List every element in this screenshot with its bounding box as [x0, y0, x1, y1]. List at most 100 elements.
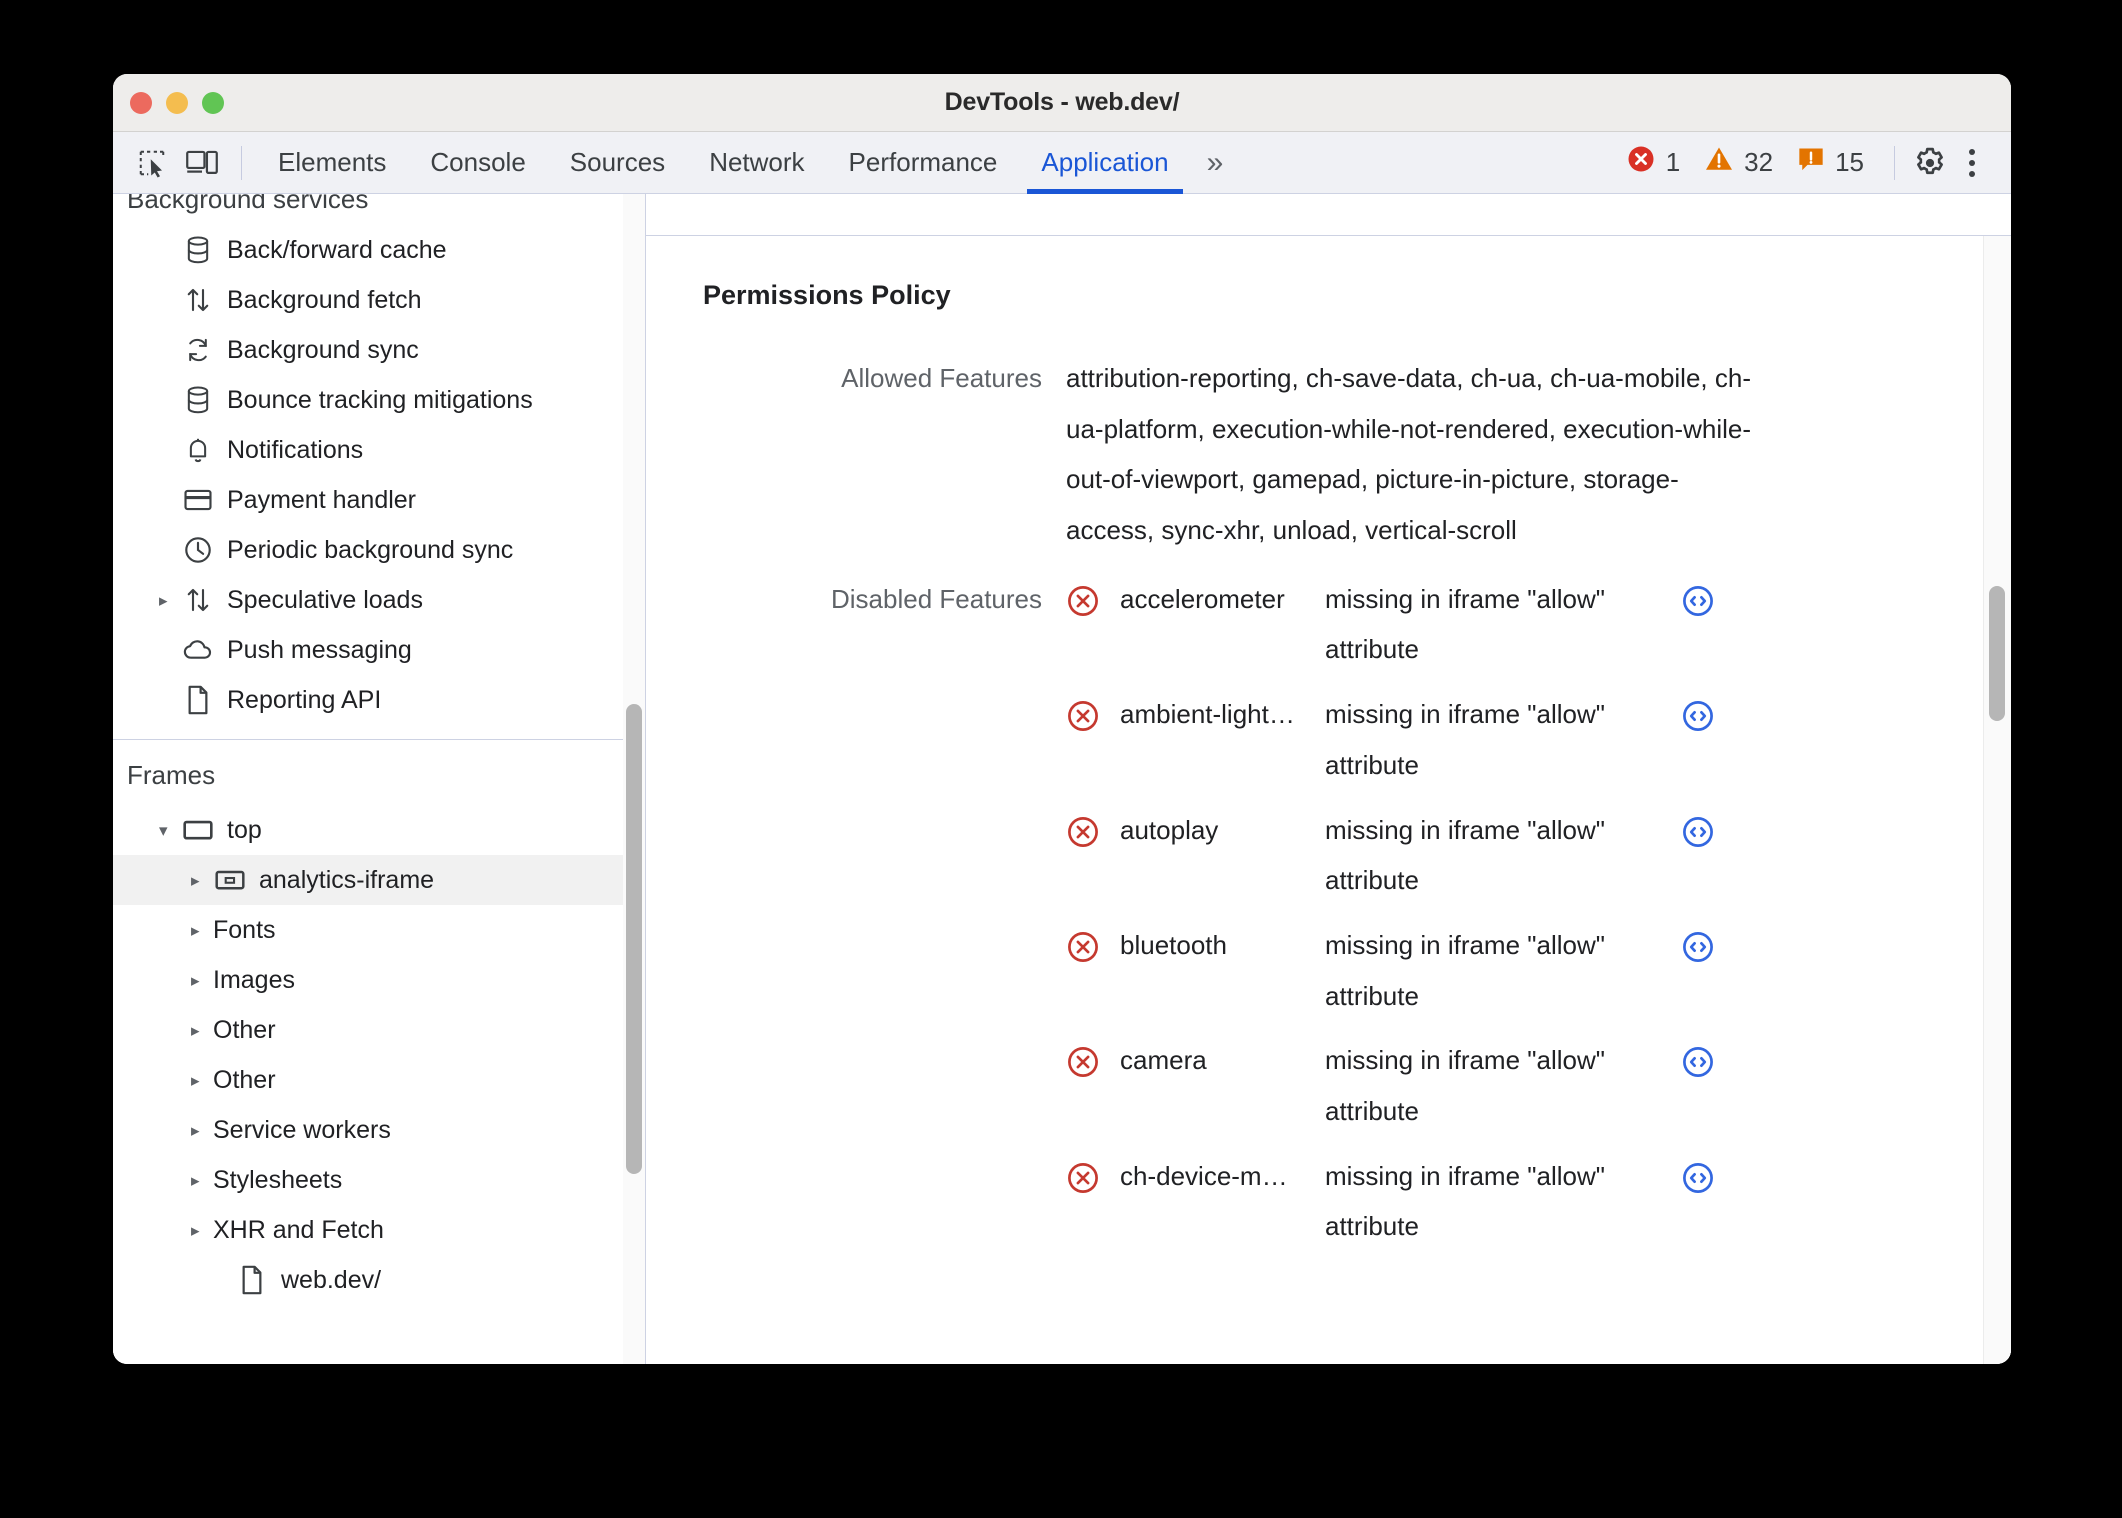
- cloud-icon: [181, 633, 215, 667]
- sidebar-item-label: Fonts: [213, 915, 276, 944]
- tab-application[interactable]: Application: [1019, 132, 1190, 194]
- chevron-right-icon[interactable]: ▸: [191, 1122, 213, 1139]
- inspect-element-icon[interactable]: [127, 140, 177, 186]
- content-scroll-area: Permissions Policy Allowed Features attr…: [646, 236, 2011, 1364]
- sidebar-scroll-area: Background services ▸ Back/forward cache…: [113, 194, 645, 1364]
- sidebar-item-images[interactable]: ▸ Images: [113, 955, 645, 1005]
- code-brackets-icon[interactable]: [1681, 584, 1715, 618]
- sidebar-item-other-1[interactable]: ▸ Other: [113, 1005, 645, 1055]
- application-sidebar: Background services ▸ Back/forward cache…: [113, 194, 646, 1364]
- sidebar-item-background-fetch[interactable]: ▸ Background fetch: [113, 275, 645, 325]
- bell-icon: [181, 433, 215, 467]
- minimize-window-button[interactable]: [166, 91, 188, 114]
- more-tabs-icon[interactable]: »: [1191, 132, 1235, 194]
- sidebar-item-label: XHR and Fetch: [213, 1215, 384, 1244]
- chevron-right-icon[interactable]: ▸: [191, 1072, 213, 1089]
- sidebar-item-top[interactable]: ▾ top: [113, 805, 645, 855]
- chevron-right-icon[interactable]: ▸: [191, 922, 213, 939]
- more-options-icon[interactable]: [1955, 148, 1991, 177]
- sidebar-item-web-dev[interactable]: ▸ web.dev/: [113, 1255, 645, 1305]
- circle-x-icon: [1066, 815, 1100, 849]
- sidebar-item-payment-handler[interactable]: ▸ Payment handler: [113, 475, 645, 525]
- maximize-window-button[interactable]: [202, 91, 224, 114]
- sidebar-item-analytics-iframe[interactable]: ▸ analytics-iframe: [113, 855, 645, 905]
- content-toolbar: [646, 194, 2011, 236]
- disabled-feature-item: ch-device-m… missing in iframe "allow" a…: [1066, 1151, 1715, 1252]
- sidebar-item-stylesheets[interactable]: ▸ Stylesheets: [113, 1155, 645, 1205]
- sidebar-item-speculative-loads[interactable]: ▸ Speculative loads: [113, 575, 645, 625]
- sidebar-item-label: Background sync: [227, 335, 419, 364]
- warning-icon: [1704, 144, 1734, 181]
- tab-performance[interactable]: Performance: [827, 132, 1020, 194]
- sidebar-item-label: Reporting API: [227, 685, 382, 714]
- device-toolbar-icon[interactable]: [177, 140, 227, 186]
- disabled-features-label: Disabled Features: [831, 583, 1042, 614]
- circle-x-icon: [1066, 930, 1100, 964]
- tab-sources[interactable]: Sources: [548, 132, 687, 194]
- circle-x-icon: [1066, 699, 1100, 733]
- gear-icon[interactable]: [1905, 140, 1955, 186]
- code-brackets-icon[interactable]: [1681, 1161, 1715, 1195]
- sidebar-item-xhr-and-fetch[interactable]: ▸ XHR and Fetch: [113, 1205, 645, 1255]
- chevron-right-icon[interactable]: ▸: [191, 1022, 213, 1039]
- main-scrollbar-thumb[interactable]: [1989, 586, 2005, 721]
- sidebar-item-back-forward-cache[interactable]: ▸ Back/forward cache: [113, 225, 645, 275]
- clock-icon: [181, 533, 215, 567]
- sidebar-item-periodic-background-sync[interactable]: ▸ Periodic background sync: [113, 525, 645, 575]
- chevron-right-icon[interactable]: ▸: [191, 1222, 213, 1239]
- code-brackets-icon[interactable]: [1681, 699, 1715, 733]
- feature-reason: missing in iframe "allow" attribute: [1325, 699, 1605, 780]
- toolbar-divider-right: [1894, 145, 1895, 180]
- close-window-button[interactable]: [130, 91, 152, 114]
- tab-elements[interactable]: Elements: [256, 132, 408, 194]
- code-brackets-icon[interactable]: [1681, 815, 1715, 849]
- issue-counter[interactable]: 15: [1785, 145, 1876, 180]
- main-scrollbar-track[interactable]: [1983, 236, 2011, 1364]
- feature-reason: missing in iframe "allow" attribute: [1325, 814, 1605, 896]
- error-counter[interactable]: 1: [1614, 144, 1692, 181]
- sidebar-item-push-messaging[interactable]: ▸ Push messaging: [113, 625, 645, 675]
- page-title: Permissions Policy: [703, 280, 951, 310]
- feature-reason: missing in iframe "allow" attribute: [1325, 929, 1605, 1011]
- chevron-right-icon[interactable]: ▸: [191, 972, 213, 989]
- sidebar-item-label: Service workers: [213, 1115, 391, 1144]
- error-icon: [1626, 144, 1656, 181]
- code-brackets-icon[interactable]: [1681, 930, 1715, 964]
- allowed-features-row: Allowed Features attribution-reporting, …: [646, 353, 2011, 556]
- tab-network[interactable]: Network: [687, 132, 826, 194]
- sidebar-item-label: top: [227, 815, 262, 844]
- warning-count: 32: [1744, 147, 1774, 177]
- chevron-right-icon[interactable]: ▸: [191, 1172, 213, 1189]
- code-brackets-icon[interactable]: [1681, 1045, 1715, 1079]
- feature-reason: missing in iframe "allow" attribute: [1325, 1045, 1605, 1126]
- sidebar-item-label: Back/forward cache: [227, 235, 447, 264]
- sidebar-item-notifications[interactable]: ▸ Notifications: [113, 425, 645, 475]
- sidebar-item-service-workers[interactable]: ▸ Service workers: [113, 1105, 645, 1155]
- sidebar-item-label: Push messaging: [227, 635, 412, 664]
- disabled-feature-item: accelerometer missing in iframe "allow" …: [1066, 574, 1715, 675]
- sidebar-item-label: Bounce tracking mitigations: [227, 385, 533, 414]
- feature-reason: missing in iframe "allow" attribute: [1325, 1160, 1605, 1242]
- warning-counter[interactable]: 32: [1692, 144, 1785, 181]
- chevron-down-icon[interactable]: ▾: [159, 822, 181, 839]
- toolbar-status-area: 1 32 15: [1614, 140, 1991, 186]
- chevron-right-icon[interactable]: ▸: [191, 872, 213, 889]
- chevron-right-icon[interactable]: ▸: [159, 592, 181, 609]
- main-content-panel: Permissions Policy Allowed Features attr…: [646, 194, 2011, 1364]
- toolbar-divider: [241, 145, 242, 180]
- sidebar-scrollbar-thumb[interactable]: [626, 704, 642, 1174]
- tab-console[interactable]: Console: [408, 132, 547, 194]
- arrows-updown-icon: [181, 583, 215, 617]
- feature-name: bluetooth: [1120, 929, 1227, 960]
- sidebar-item-label: web.dev/: [281, 1265, 382, 1294]
- circle-x-icon: [1066, 584, 1100, 618]
- sidebar-item-background-sync[interactable]: ▸ Background sync: [113, 325, 645, 375]
- feature-name: camera: [1120, 1045, 1207, 1076]
- sidebar-item-reporting-api[interactable]: ▸ Reporting API: [113, 675, 645, 725]
- devtools-toolbar: Elements Console Sources Network Perform…: [113, 132, 2011, 194]
- disabled-feature-item: bluetooth missing in iframe "allow" attr…: [1066, 920, 1715, 1021]
- sidebar-item-bounce-tracking-mitigations[interactable]: ▸ Bounce tracking mitigations: [113, 375, 645, 425]
- sidebar-item-fonts[interactable]: ▸ Fonts: [113, 905, 645, 955]
- sidebar-item-label: Speculative loads: [227, 585, 423, 614]
- sidebar-item-other-2[interactable]: ▸ Other: [113, 1055, 645, 1105]
